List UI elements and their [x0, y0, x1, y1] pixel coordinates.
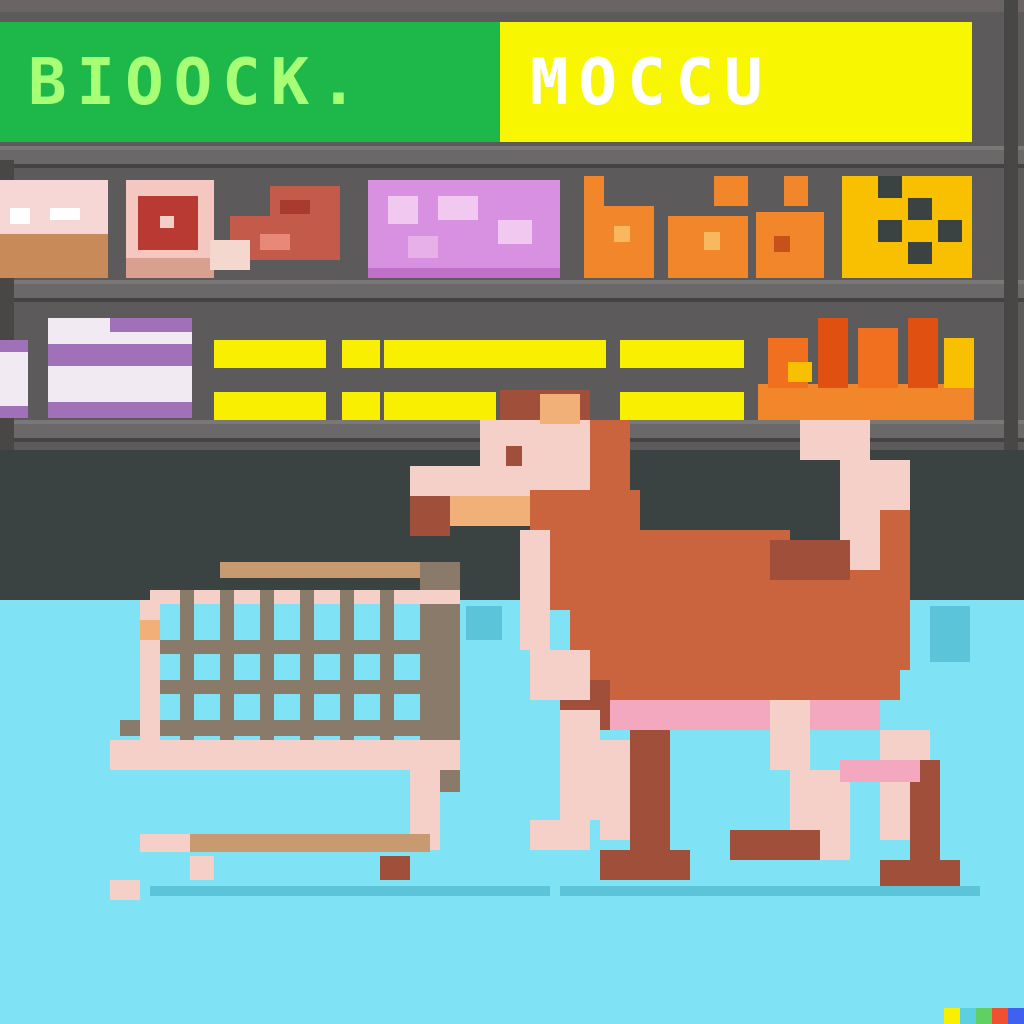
shelf-rail-middle: [0, 280, 1024, 302]
orange-product-item[interactable]: [584, 176, 824, 278]
game-scene: BIOOCK. MOCCU: [0, 0, 1024, 1024]
store-sign-right-text: MOCCU: [530, 46, 773, 120]
steak-item[interactable]: [126, 180, 214, 278]
candy-item[interactable]: [368, 180, 560, 278]
raw-meat-item[interactable]: [210, 180, 350, 278]
cheese-item[interactable]: [842, 176, 972, 278]
shelf-post: [1004, 0, 1018, 450]
store-sign-left: BIOOCK.: [0, 22, 500, 142]
wall-top-trim: [0, 0, 1024, 12]
color-strip-icon: [944, 1008, 1024, 1024]
store-sign-right: MOCCU: [500, 22, 972, 142]
box-item[interactable]: [0, 340, 28, 418]
horse-icon[interactable]: [410, 380, 980, 890]
store-sign-left-text: BIOOCK.: [28, 46, 368, 120]
cake-item[interactable]: [0, 180, 108, 278]
shelf-rail-top: [0, 146, 1024, 168]
box-item[interactable]: [48, 318, 192, 418]
